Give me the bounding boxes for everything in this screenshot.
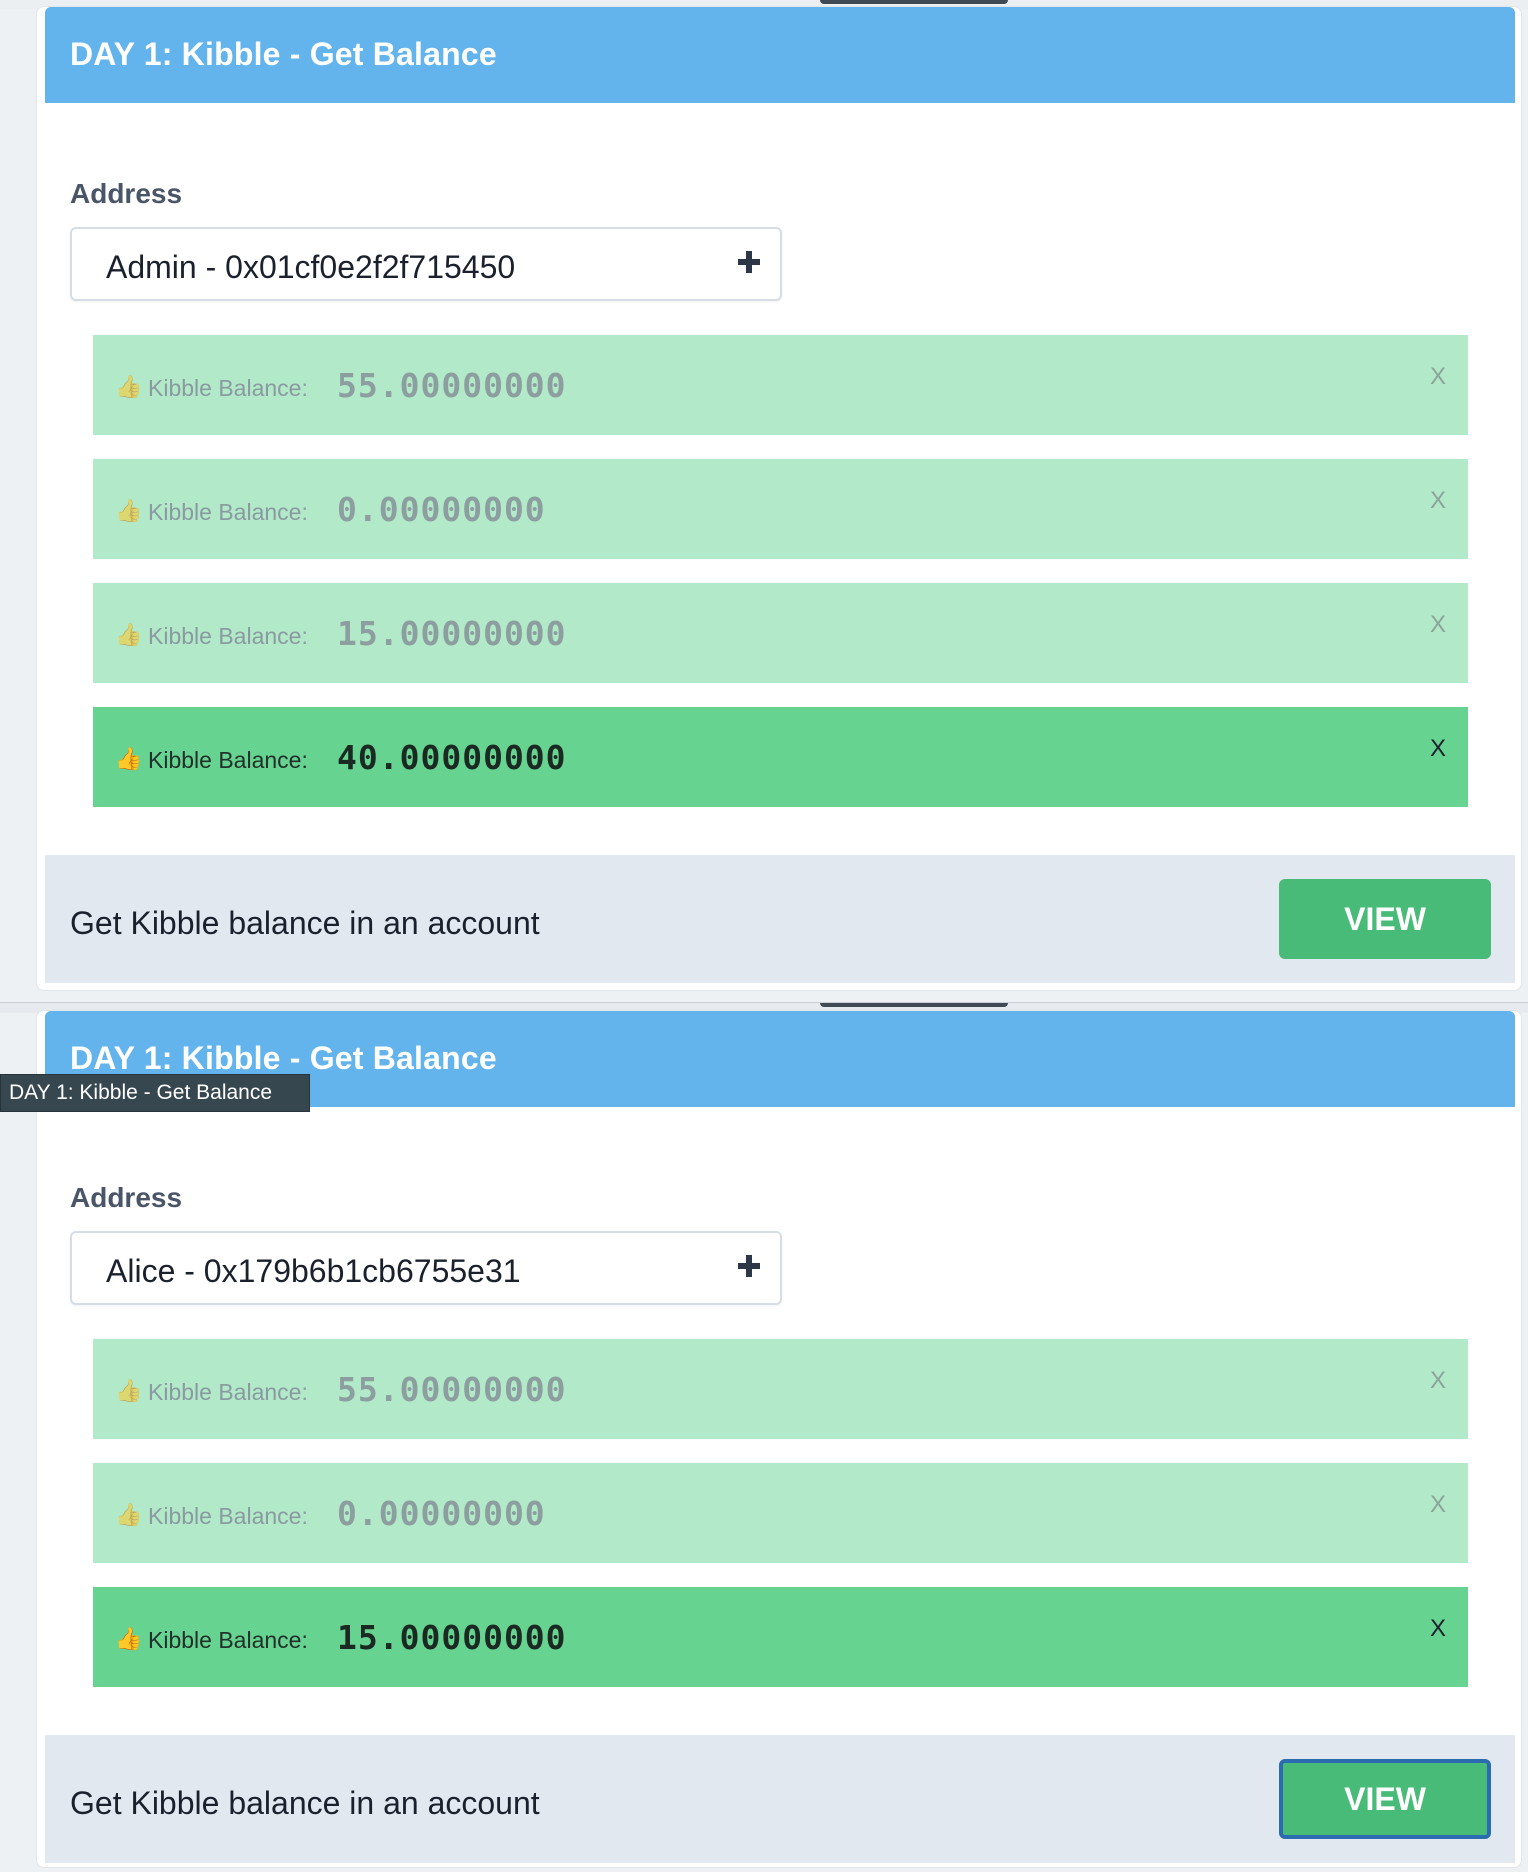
balance-result: 👍 Kibble Balance: 0.00000000 X [93, 459, 1468, 559]
balance-label: Kibble Balance: [148, 623, 308, 649]
get-balance-panel: DAY 1: Kibble - Get Balance Address Alic… [36, 1010, 1522, 1868]
balance-value: 55.00000000 [337, 1370, 567, 1409]
balance-value: 15.00000000 [337, 614, 567, 653]
balance-label: Kibble Balance: [148, 499, 308, 525]
balance-result: 👍 Kibble Balance: 55.00000000 X [93, 335, 1468, 435]
balance-label: Kibble Balance: [148, 375, 308, 401]
drag-handle[interactable] [820, 0, 1008, 4]
address-select[interactable]: Alice - 0x179b6b1cb6755e31 [70, 1231, 782, 1305]
balance-label: Kibble Balance: [148, 1379, 308, 1405]
balance-value: 15.00000000 [337, 1618, 567, 1657]
thumbs-up-icon: 👍 [115, 746, 143, 771]
thumbs-up-icon: 👍 [115, 498, 143, 523]
balance-result: 👍 Kibble Balance: 55.00000000 X [93, 1339, 1468, 1439]
close-result-button[interactable]: X [1430, 735, 1446, 763]
footer-description: Get Kibble balance in an account [70, 1785, 540, 1821]
balance-value: 55.00000000 [337, 366, 567, 405]
drag-handle[interactable] [820, 1003, 1008, 1007]
panel-title: DAY 1: Kibble - Get Balance [70, 1040, 497, 1076]
address-select-value: Admin - 0x01cf0e2f2f715450 [106, 249, 516, 285]
panel-footer: Get Kibble balance in an account VIEW [45, 855, 1515, 983]
panel-header: DAY 1: Kibble - Get Balance [45, 7, 1515, 103]
address-label: Address [70, 1182, 183, 1213]
balance-result-latest: 👍 Kibble Balance: 15.00000000 X [93, 1587, 1468, 1687]
plus-icon[interactable] [738, 1255, 760, 1277]
get-balance-panel: DAY 1: Kibble - Get Balance Address Admi… [36, 6, 1522, 991]
view-button[interactable]: VIEW [1279, 1759, 1491, 1839]
balance-value: 0.00000000 [337, 1494, 546, 1533]
balance-result: 👍 Kibble Balance: 15.00000000 X [93, 583, 1468, 683]
balance-result: 👍 Kibble Balance: 0.00000000 X [93, 1463, 1468, 1563]
thumbs-up-icon: 👍 [115, 622, 143, 647]
balance-value: 0.00000000 [337, 490, 546, 529]
address-label: Address [70, 178, 183, 209]
panel-title: DAY 1: Kibble - Get Balance [70, 36, 497, 72]
address-select-value: Alice - 0x179b6b1cb6755e31 [106, 1253, 521, 1289]
balance-value: 40.00000000 [337, 738, 567, 777]
balance-label: Kibble Balance: [148, 1627, 308, 1653]
plus-icon[interactable] [738, 251, 760, 273]
thumbs-up-icon: 👍 [115, 1502, 143, 1527]
thumbs-up-icon: 👍 [115, 1378, 143, 1403]
close-result-button[interactable]: X [1430, 487, 1446, 515]
footer-description: Get Kibble balance in an account [70, 905, 540, 941]
address-select[interactable]: Admin - 0x01cf0e2f2f715450 [70, 227, 782, 301]
view-button[interactable]: VIEW [1279, 879, 1491, 959]
balance-label: Kibble Balance: [148, 747, 308, 773]
title-tooltip: DAY 1: Kibble - Get Balance [0, 1074, 310, 1112]
close-result-button[interactable]: X [1430, 363, 1446, 391]
close-result-button[interactable]: X [1430, 1491, 1446, 1519]
balance-label: Kibble Balance: [148, 1503, 308, 1529]
balance-result-latest: 👍 Kibble Balance: 40.00000000 X [93, 707, 1468, 807]
thumbs-up-icon: 👍 [115, 374, 143, 399]
thumbs-up-icon: 👍 [115, 1626, 143, 1651]
panel-footer: Get Kibble balance in an account VIEW [45, 1735, 1515, 1863]
close-result-button[interactable]: X [1430, 611, 1446, 639]
close-result-button[interactable]: X [1430, 1615, 1446, 1643]
close-result-button[interactable]: X [1430, 1367, 1446, 1395]
